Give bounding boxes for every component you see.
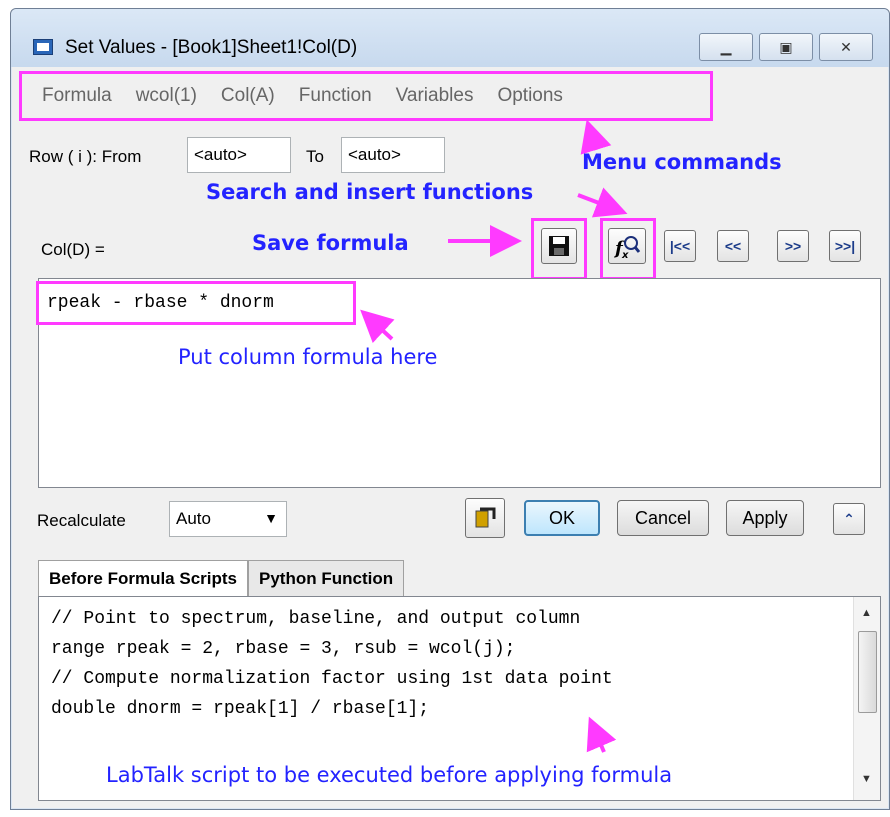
scroll-up-icon[interactable]: ▲ xyxy=(861,607,872,619)
apply-button[interactable]: Apply xyxy=(726,500,804,536)
menu-options[interactable]: Options xyxy=(485,85,574,107)
menu-variables[interactable]: Variables xyxy=(384,85,486,107)
scroll-down-icon[interactable]: ▼ xyxy=(861,773,872,785)
tab-before-formula-scripts[interactable]: Before Formula Scripts xyxy=(38,560,248,598)
script-line: double dnorm = rpeak[1] / rbase[1]; xyxy=(51,699,430,719)
menu-bar: Formula wcol(1) Col(A) Function Variable… xyxy=(19,71,713,121)
svg-text:x: x xyxy=(621,250,629,260)
cancel-button[interactable]: Cancel xyxy=(617,500,709,536)
floppy-disk-icon xyxy=(549,236,569,256)
last-row-button[interactable]: >>| xyxy=(829,230,861,262)
recalculate-value: Auto xyxy=(176,509,211,528)
column-formula-annotation: Put column formula here xyxy=(178,345,438,369)
formula-tool-button[interactable] xyxy=(465,498,505,538)
labtalk-annotation: LabTalk script to be executed before app… xyxy=(106,763,673,787)
tab-python-function[interactable]: Python Function xyxy=(248,560,405,596)
formula-column-label: Col(D) = xyxy=(41,240,105,259)
formula-tool-icon xyxy=(475,507,496,528)
row-range-label: Row ( i ): From xyxy=(29,147,142,166)
next-icon: >> xyxy=(784,238,802,254)
first-row-button[interactable]: |<< xyxy=(664,230,696,262)
window-title: Set Values - [Book1]Sheet1!Col(D) xyxy=(65,37,358,58)
previous-row-button[interactable]: << xyxy=(717,230,749,262)
function-search-icon: f x xyxy=(613,236,641,260)
menu-col-a[interactable]: Col(A) xyxy=(209,85,287,107)
chevron-up-icon: ⌃ xyxy=(843,510,855,527)
close-icon: ✕ xyxy=(840,38,852,55)
script-scrollbar[interactable]: ▲ ▼ xyxy=(853,597,880,800)
script-tabs: Before Formula Scripts Python Function xyxy=(38,560,405,598)
menu-formula[interactable]: Formula xyxy=(22,85,124,107)
script-line: // Point to spectrum, baseline, and outp… xyxy=(51,609,581,629)
script-line: // Compute normalization factor using 1s… xyxy=(51,669,613,689)
row-from-input[interactable]: <auto> xyxy=(187,137,291,173)
row-to-label: To xyxy=(306,147,324,166)
first-icon: |<< xyxy=(669,238,691,254)
script-line: range rpeak = 2, rbase = 3, rsub = wcol(… xyxy=(51,639,516,659)
search-insert-function-button[interactable]: f x xyxy=(608,228,646,264)
last-icon: >>| xyxy=(834,238,856,254)
search-insert-annotation: Search and insert functions xyxy=(206,180,534,204)
menu-commands-annotation: Menu commands xyxy=(582,150,782,174)
menu-function[interactable]: Function xyxy=(287,85,384,107)
ok-button[interactable]: OK xyxy=(524,500,600,536)
previous-icon: << xyxy=(724,238,742,254)
title-bar[interactable]: Set Values - [Book1]Sheet1!Col(D) ▁ ▣ ✕ xyxy=(11,9,889,67)
save-formula-button[interactable] xyxy=(541,228,577,264)
minimize-icon: ▁ xyxy=(720,38,732,55)
maximize-icon: ▣ xyxy=(779,38,793,55)
app-icon xyxy=(33,39,53,55)
formula-text[interactable]: rpeak - rbase * dnorm xyxy=(47,293,274,313)
maximize-button[interactable]: ▣ xyxy=(759,33,813,61)
set-values-dialog: Set Values - [Book1]Sheet1!Col(D) ▁ ▣ ✕ … xyxy=(10,8,890,810)
save-formula-annotation: Save formula xyxy=(252,231,409,255)
row-to-input[interactable]: <auto> xyxy=(341,137,445,173)
dropdown-arrow-icon: ▼ xyxy=(264,510,278,526)
collapse-button[interactable]: ⌃ xyxy=(833,503,865,535)
recalculate-label: Recalculate xyxy=(37,511,126,530)
close-button[interactable]: ✕ xyxy=(819,33,873,61)
scroll-thumb[interactable] xyxy=(858,631,877,713)
minimize-button[interactable]: ▁ xyxy=(699,33,753,61)
recalculate-select[interactable]: Auto ▼ xyxy=(169,501,287,537)
next-row-button[interactable]: >> xyxy=(777,230,809,262)
column-formula-editor[interactable]: rpeak - rbase * dnorm xyxy=(36,278,881,488)
menu-wcol[interactable]: wcol(1) xyxy=(124,85,209,107)
